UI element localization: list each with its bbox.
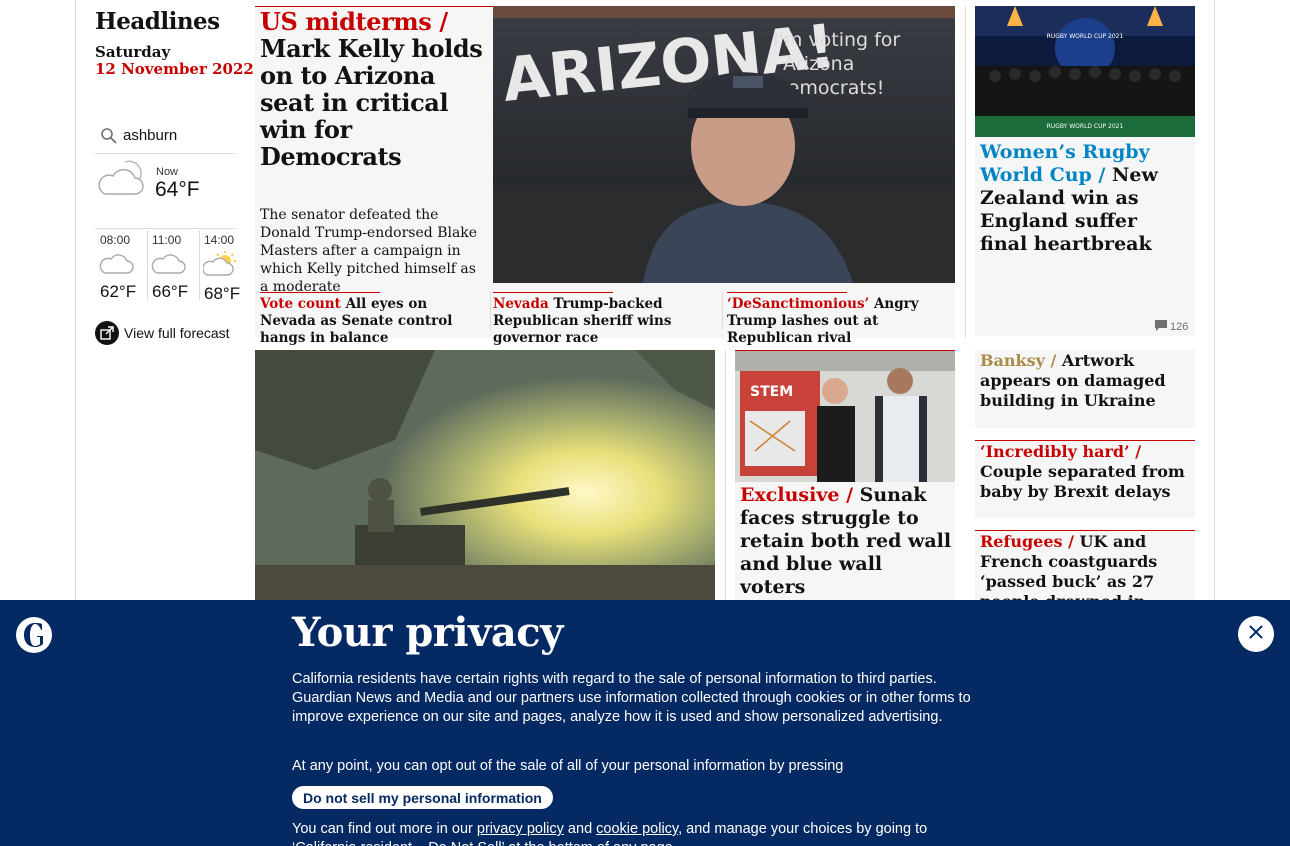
sunak-photo[interactable]: STEM: [735, 351, 955, 482]
sublink-rule: [260, 292, 380, 293]
story-headline[interactable]: ‘Incredibly hard’ / Couple separated fro…: [980, 442, 1190, 502]
weather-now-temp: 64°F: [155, 178, 200, 201]
story-kicker: Refugees /: [980, 532, 1074, 551]
sunak-headline[interactable]: Exclusive / Sunak faces struggle to reta…: [740, 484, 952, 599]
forecast-link-label: View full forecast: [124, 325, 230, 341]
story-kicker: Banksy /: [980, 351, 1057, 370]
weather-divider: [95, 228, 235, 229]
lead-kicker: US midterms /: [260, 7, 448, 36]
comment-icon: [1155, 320, 1167, 334]
lead-standfirst: The senator defeated the Donald Trump-en…: [260, 207, 478, 295]
rugby-photo[interactable]: RUGBY WORLD CUP 2021 RUGBY WORLD CUP 202…: [975, 6, 1195, 137]
section-title: Headlines: [95, 8, 220, 35]
sunak-kicker: Exclusive /: [740, 484, 854, 506]
svg-text:Arizona: Arizona: [783, 53, 854, 75]
privacy-title: Your privacy: [292, 609, 563, 656]
lead-photo[interactable]: ARIZONA! I'm voting for Arizona Democrat…: [493, 6, 955, 283]
comment-count-value: 126: [1170, 321, 1189, 333]
privacy-text: You can find out more in our: [292, 821, 477, 837]
sublink-kicker: Nevada: [493, 296, 549, 312]
date-day: Saturday: [95, 43, 171, 61]
location-search: [95, 118, 235, 154]
sublink-rule: [493, 292, 613, 293]
story-kicker: ‘Incredibly hard’ /: [980, 442, 1142, 461]
forecast-time: 11:00: [152, 233, 182, 247]
guardian-logo-icon: [16, 617, 52, 653]
forecast-temp: 62°F: [100, 282, 137, 301]
partly-cloudy-icon: [95, 156, 147, 202]
privacy-text: and: [563, 821, 597, 837]
sign-text-2: I'm voting for: [773, 29, 900, 51]
comment-count[interactable]: 126: [1155, 320, 1188, 334]
date-full: 12 November 2022: [95, 60, 254, 78]
forecast-slot: 11:00 66°F: [147, 230, 199, 302]
column-divider: [965, 6, 966, 338]
rugby-headline[interactable]: Women’s Rugby World Cup / New Zealand wi…: [980, 141, 1190, 256]
forecast-slot: 14:00 68°F: [199, 230, 251, 303]
story-headline-text: Couple separated from baby by Brexit del…: [980, 462, 1185, 501]
privacy-paragraph: You can find out more in our privacy pol…: [292, 820, 992, 846]
sublink-kicker: Vote count: [260, 296, 341, 312]
sublink-rule: [727, 292, 847, 293]
forecast-temp: 68°F: [204, 284, 241, 303]
svg-text:RUGBY WORLD CUP 2021: RUGBY WORLD CUP 2021: [1047, 123, 1124, 130]
stem-sign: STEM: [750, 384, 793, 400]
sublink[interactable]: Nevada Trump-backed Republican sheriff w…: [493, 292, 718, 347]
cloud-icon: [147, 251, 199, 282]
column-divider: [722, 292, 723, 330]
story-headline[interactable]: Banksy / Artwork appears on damaged buil…: [980, 351, 1190, 411]
privacy-policy-link[interactable]: privacy policy: [477, 821, 564, 837]
forecast-temp: 66°F: [152, 282, 189, 301]
lead-headline[interactable]: US midterms / Mark Kelly holds on to Ari…: [260, 8, 490, 170]
ukraine-photo[interactable]: [255, 350, 715, 610]
forecast-slot: 08:00 62°F: [95, 230, 147, 302]
close-button[interactable]: [1238, 616, 1274, 652]
column-divider: [490, 292, 491, 330]
external-link-icon: [95, 321, 119, 345]
search-icon: [95, 127, 123, 145]
privacy-paragraph: At any point, you can opt out of the sal…: [292, 758, 844, 774]
rugby-photo-caption: RUGBY WORLD CUP 2021: [1047, 33, 1124, 40]
privacy-paragraph: California residents have certain rights…: [292, 671, 971, 725]
sublink[interactable]: Vote count All eyes on Nevada as Senate …: [260, 292, 485, 347]
forecast-time: 14:00: [204, 233, 235, 247]
forecast-time: 08:00: [100, 233, 131, 247]
do-not-sell-button[interactable]: Do not sell my personal information: [292, 786, 553, 809]
sun-cloud-icon: [199, 251, 251, 284]
lead-headline-text: Mark Kelly holds on to Arizona seat in c…: [260, 34, 483, 171]
view-full-forecast-link[interactable]: View full forecast: [95, 321, 230, 345]
location-input[interactable]: [123, 127, 223, 144]
column-divider: [725, 350, 726, 602]
weather-now-label: Now: [156, 166, 179, 178]
close-icon: [1248, 624, 1264, 644]
sublink[interactable]: ‘DeSanctimonious’ Angry Trump lashes out…: [727, 292, 952, 347]
cookie-policy-link[interactable]: cookie policy: [596, 821, 678, 837]
cloud-icon: [95, 251, 147, 282]
sublink-kicker: ‘DeSanctimonious’: [727, 296, 870, 312]
